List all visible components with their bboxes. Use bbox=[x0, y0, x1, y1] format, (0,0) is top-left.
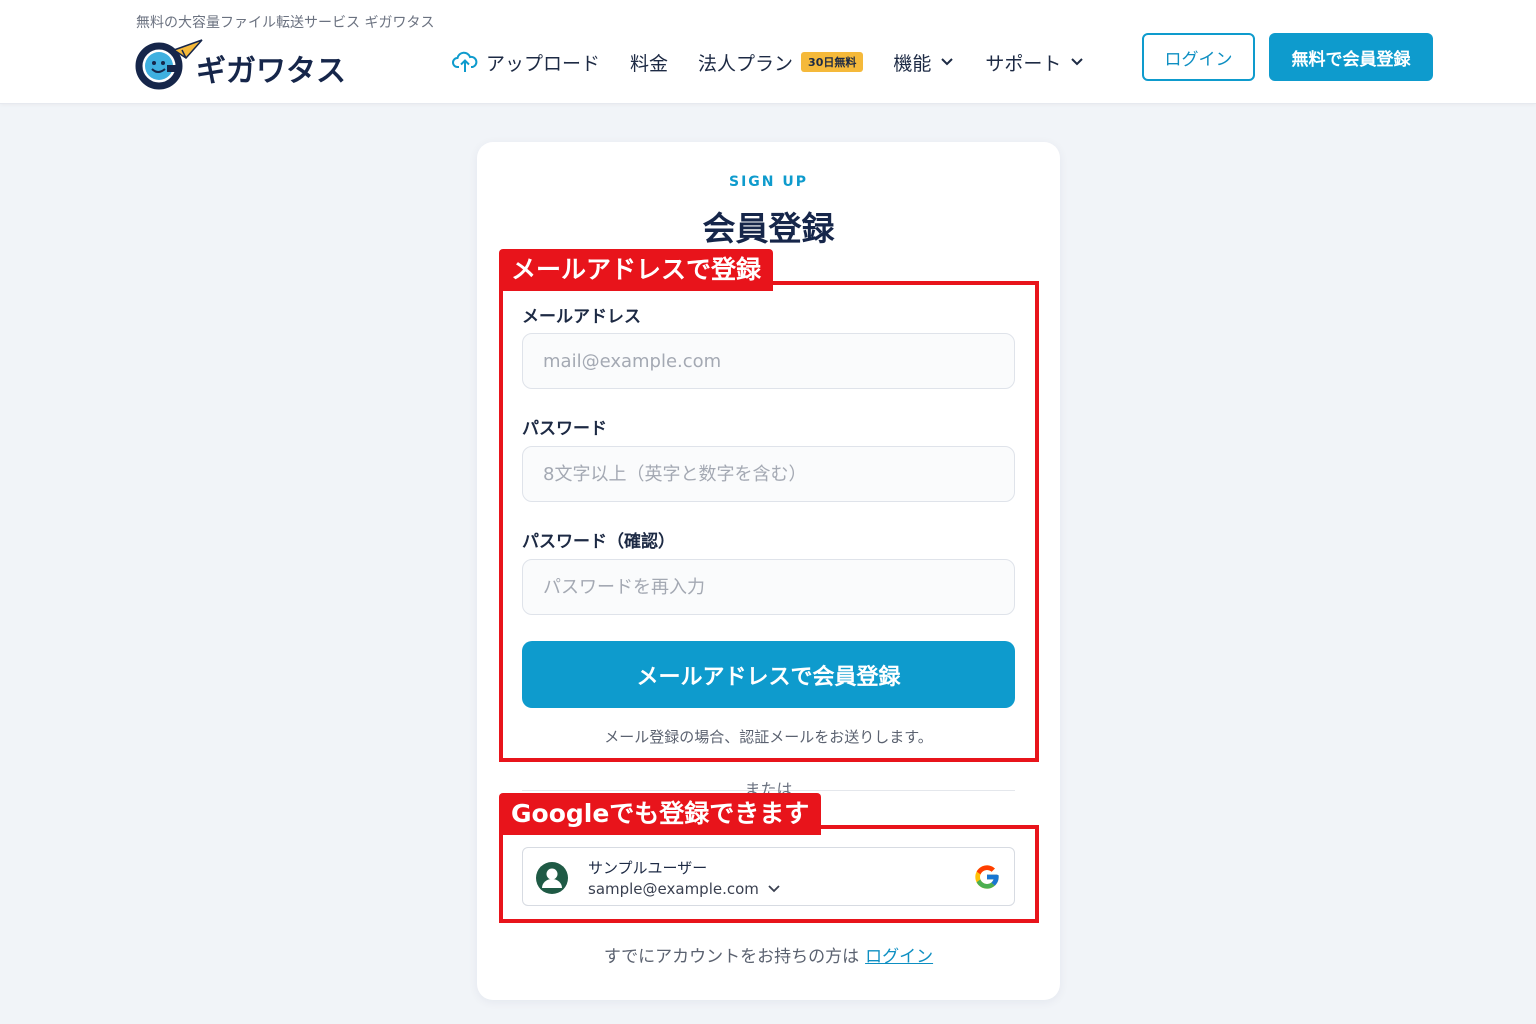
header-login-button[interactable]: ログイン bbox=[1142, 33, 1255, 81]
nav-upload[interactable]: アップロード bbox=[452, 49, 600, 76]
nav-support-label: サポート bbox=[985, 52, 1062, 75]
nav-pricing-label: 料金 bbox=[630, 52, 669, 75]
google-section-annotation: Googleでも登録できます bbox=[499, 793, 822, 835]
email-section-annotation: メールアドレスで登録 bbox=[499, 249, 774, 291]
header-signup-button[interactable]: 無料で会員登録 bbox=[1269, 33, 1433, 81]
logo-mark-icon bbox=[135, 39, 203, 90]
nav-business-plan[interactable]: 法人プラン 30日無料 bbox=[698, 49, 864, 76]
footer-login-link[interactable]: ログイン bbox=[865, 947, 933, 967]
logo-text: ギガワタス bbox=[196, 54, 346, 89]
existing-account-label: すでにアカウントをお持ちの方は bbox=[603, 947, 860, 967]
existing-account-text: すでにアカウントをお持ちの方は ログイン bbox=[477, 942, 1060, 967]
nav-upload-label: アップロード bbox=[486, 52, 601, 75]
nav-features[interactable]: 機能 bbox=[893, 49, 955, 76]
email-section-highlight bbox=[499, 281, 1039, 762]
site-header: 無料の大容量ファイル転送サービス ギガワタス ギガワタス アップロード 料金 法… bbox=[0, 0, 1536, 104]
nav-support[interactable]: サポート bbox=[985, 49, 1085, 76]
main-nav: アップロード 料金 法人プラン 30日無料 機能 サポート bbox=[452, 46, 1115, 78]
signup-eyebrow: SIGN UP bbox=[728, 174, 808, 190]
free-trial-badge: 30日無料 bbox=[801, 52, 864, 72]
site-logo[interactable]: ギガワタス bbox=[134, 36, 354, 92]
cloud-upload-icon bbox=[452, 51, 478, 72]
nav-pricing[interactable]: 料金 bbox=[630, 49, 668, 76]
nav-business-plan-label: 法人プラン bbox=[698, 52, 794, 75]
page-title: 会員登録 bbox=[702, 209, 835, 248]
chevron-down-icon bbox=[941, 58, 954, 66]
site-tagline: 無料の大容量ファイル転送サービス ギガワタス bbox=[136, 15, 435, 31]
chevron-down-icon bbox=[1071, 58, 1084, 66]
nav-features-label: 機能 bbox=[893, 52, 932, 75]
google-section-highlight bbox=[499, 825, 1039, 923]
